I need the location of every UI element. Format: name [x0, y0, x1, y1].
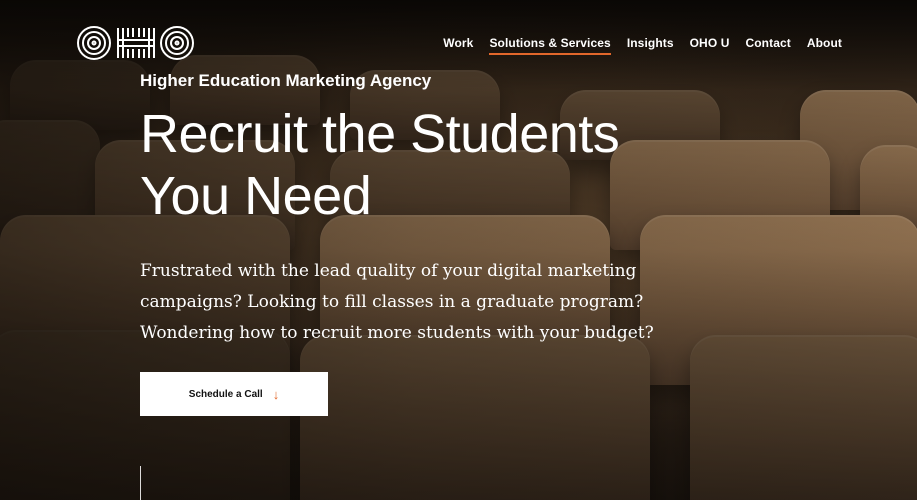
- scroll-indicator-line: [140, 466, 141, 500]
- nav-item-insights[interactable]: Insights: [627, 36, 674, 50]
- oho-logo[interactable]: [76, 25, 196, 61]
- hero-description: Frustrated with the lead quality of your…: [140, 261, 654, 343]
- arrow-down-icon: ↓: [272, 386, 280, 402]
- nav-item-solutions-services[interactable]: Solutions & Services: [489, 36, 612, 55]
- schedule-call-button[interactable]: Schedule a Call ↓: [140, 372, 328, 416]
- hero-eyebrow: Higher Education Marketing Agency: [140, 71, 432, 90]
- hero-section: Work Solutions & Services Insights OHO U…: [0, 0, 917, 500]
- schedule-call-label: Schedule a Call: [188, 388, 263, 400]
- nav-item-oho-u[interactable]: OHO U: [690, 36, 730, 50]
- hero-headline: Recruit the Students You Need: [140, 103, 740, 227]
- background-overlay: [0, 0, 917, 500]
- nav-item-work[interactable]: Work: [443, 36, 473, 50]
- nav-item-contact[interactable]: Contact: [745, 36, 790, 50]
- nav-item-about[interactable]: About: [807, 36, 842, 50]
- main-nav: Work Solutions & Services Insights OHO U…: [443, 36, 842, 55]
- headline-line-1: Recruit the Students: [140, 104, 620, 164]
- logo-mark-icon: [77, 26, 194, 60]
- headline-line-2: You Need: [140, 166, 372, 226]
